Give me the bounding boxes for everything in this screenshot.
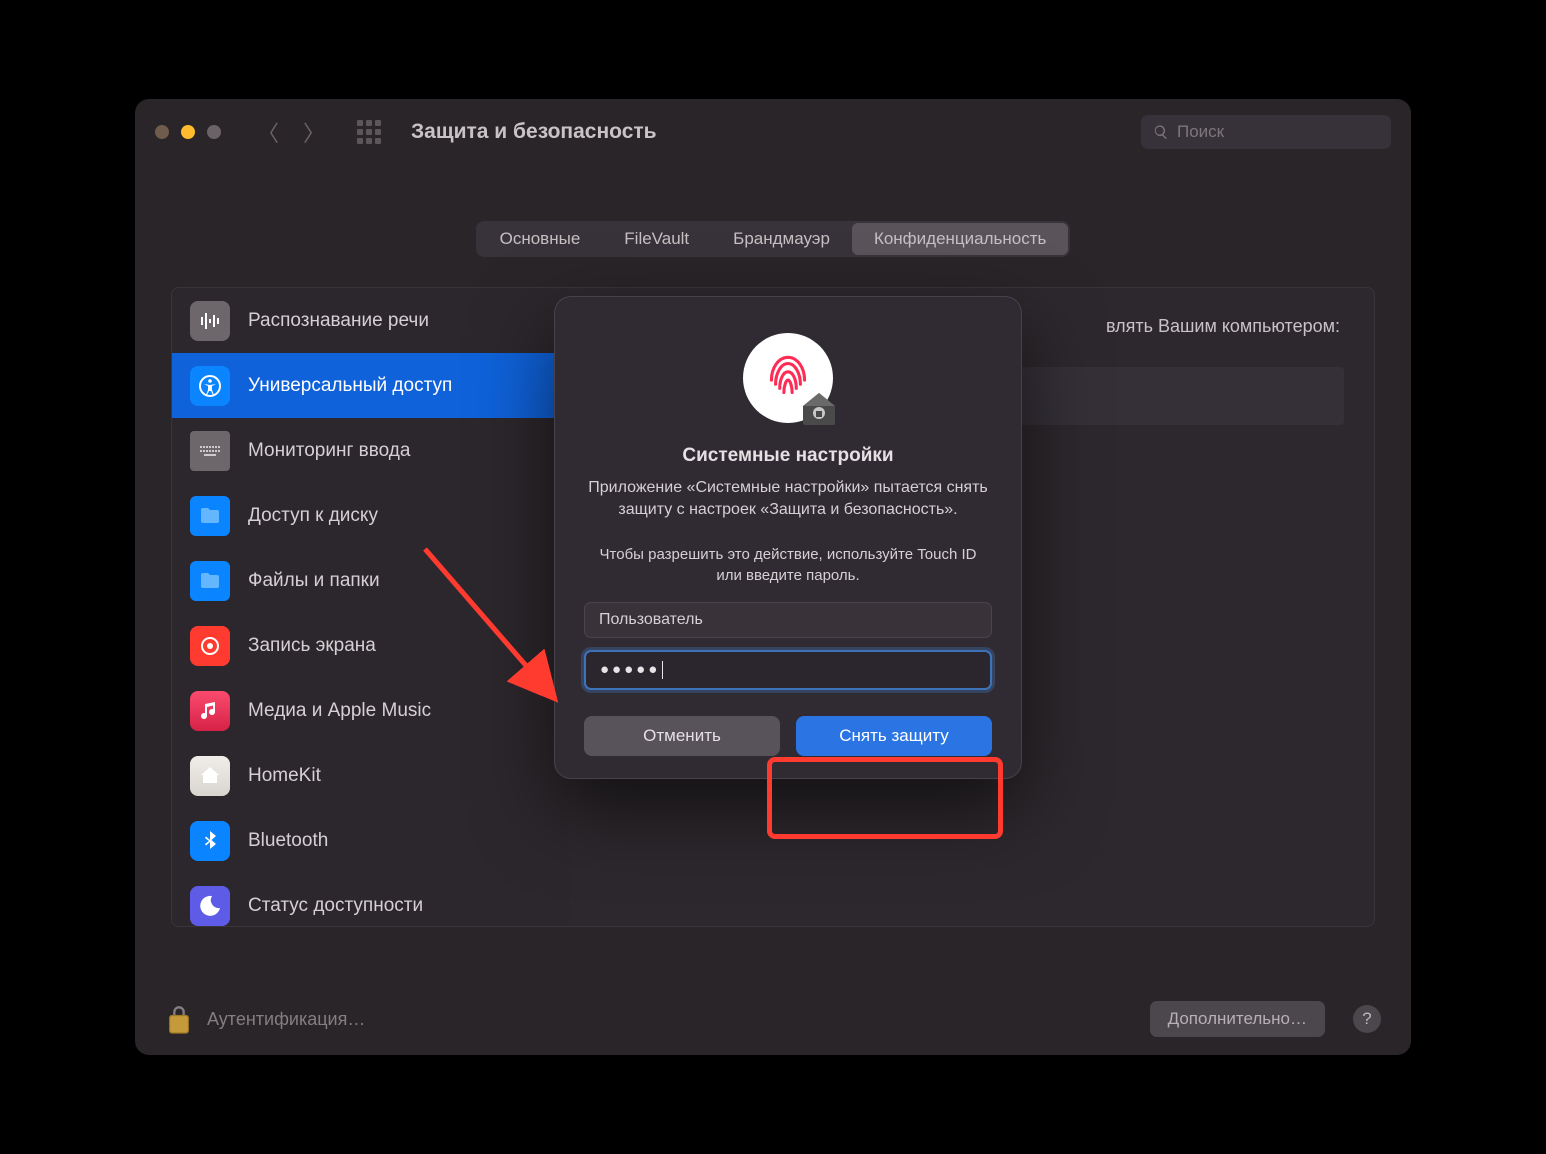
zoom-window-button[interactable] bbox=[207, 125, 221, 139]
sidebar-item-media[interactable]: Медиа и Apple Music bbox=[172, 678, 570, 743]
dialog-title: Системные настройки bbox=[682, 445, 893, 467]
folder-icon bbox=[190, 561, 230, 601]
lock-icon[interactable] bbox=[165, 1002, 193, 1036]
microphone-bars-icon bbox=[190, 301, 230, 341]
forward-button[interactable]: 〉 bbox=[303, 116, 325, 148]
sidebar-item-speech[interactable]: Распознавание речи bbox=[172, 288, 570, 353]
touchid-prefs-icon bbox=[743, 333, 833, 423]
help-button[interactable]: ? bbox=[1353, 1005, 1381, 1033]
minimize-window-button[interactable] bbox=[181, 125, 195, 139]
search-field[interactable]: Поиск bbox=[1141, 115, 1391, 149]
unlock-button[interactable]: Снять защиту bbox=[796, 716, 992, 756]
keyboard-icon bbox=[190, 431, 230, 471]
close-window-button[interactable] bbox=[155, 125, 169, 139]
username-field[interactable]: Пользователь bbox=[584, 602, 992, 638]
tab-firewall[interactable]: Брандмауэр bbox=[711, 223, 852, 255]
sidebar-item-label: Универсальный доступ bbox=[248, 375, 452, 397]
lock-bar: Аутентификация… Дополнительно… ? bbox=[165, 1001, 1381, 1037]
dialog-buttons: Отменить Снять защиту bbox=[581, 716, 995, 756]
music-note-icon bbox=[190, 691, 230, 731]
back-button[interactable]: 〈 bbox=[257, 116, 279, 148]
privacy-sidebar[interactable]: Распознавание речи Универсальный доступ … bbox=[172, 288, 570, 926]
home-icon bbox=[190, 756, 230, 796]
sidebar-item-focus-status[interactable]: Статус доступности bbox=[172, 873, 570, 926]
sidebar-item-screen-recording[interactable]: Запись экрана bbox=[172, 613, 570, 678]
window-controls bbox=[155, 125, 221, 139]
accessibility-icon bbox=[190, 366, 230, 406]
show-all-prefs-button[interactable] bbox=[357, 120, 381, 144]
auth-status-text: Аутентификация… bbox=[207, 1009, 365, 1030]
advanced-button[interactable]: Дополнительно… bbox=[1150, 1001, 1325, 1037]
sidebar-item-files-folders[interactable]: Файлы и папки bbox=[172, 548, 570, 613]
nav-buttons: 〈 〉 bbox=[257, 116, 325, 148]
sidebar-item-label: HomeKit bbox=[248, 765, 321, 787]
sidebar-item-label: Bluetooth bbox=[248, 830, 328, 852]
bluetooth-icon bbox=[190, 821, 230, 861]
sidebar-item-bluetooth[interactable]: Bluetooth bbox=[172, 808, 570, 873]
tab-privacy[interactable]: Конфиденциальность bbox=[852, 223, 1068, 255]
window-title: Защита и безопасность bbox=[411, 120, 657, 144]
password-field[interactable]: ●●●●● bbox=[584, 650, 992, 690]
target-record-icon bbox=[190, 626, 230, 666]
titlebar: 〈 〉 Защита и безопасность Поиск bbox=[135, 99, 1411, 165]
sidebar-item-label: Медиа и Apple Music bbox=[248, 700, 431, 722]
moon-icon bbox=[190, 886, 230, 926]
sidebar-item-label: Запись экрана bbox=[248, 635, 376, 657]
username-value: Пользователь bbox=[599, 611, 703, 629]
auth-dialog: Системные настройки Приложение «Системны… bbox=[555, 297, 1021, 778]
sidebar-item-full-disk[interactable]: Доступ к диску bbox=[172, 483, 570, 548]
sidebar-item-label: Распознавание речи bbox=[248, 310, 429, 332]
search-icon bbox=[1153, 124, 1169, 140]
sidebar-item-homekit[interactable]: HomeKit bbox=[172, 743, 570, 808]
text-cursor bbox=[662, 661, 663, 679]
dialog-instruction: Чтобы разрешить это действие, используйт… bbox=[598, 544, 978, 586]
password-dots: ●●●●● bbox=[600, 661, 660, 678]
tab-bar: Основные FileVault Брандмауэр Конфиденци… bbox=[135, 221, 1411, 257]
sidebar-item-label: Статус доступности bbox=[248, 895, 423, 917]
sidebar-item-label: Мониторинг ввода bbox=[248, 440, 410, 462]
sidebar-item-accessibility[interactable]: Универсальный доступ bbox=[172, 353, 570, 418]
cancel-button[interactable]: Отменить bbox=[584, 716, 780, 756]
sidebar-item-input-monitoring[interactable]: Мониторинг ввода bbox=[172, 418, 570, 483]
tab-general[interactable]: Основные bbox=[478, 223, 603, 255]
sidebar-item-label: Доступ к диску bbox=[248, 505, 378, 527]
search-placeholder: Поиск bbox=[1177, 122, 1224, 142]
tab-filevault[interactable]: FileVault bbox=[602, 223, 711, 255]
system-preferences-window: 〈 〉 Защита и безопасность Поиск Основные… bbox=[135, 99, 1411, 1055]
sidebar-item-label: Файлы и папки bbox=[248, 570, 380, 592]
folder-icon bbox=[190, 496, 230, 536]
dialog-message: Приложение «Системные настройки» пытаетс… bbox=[588, 477, 988, 522]
